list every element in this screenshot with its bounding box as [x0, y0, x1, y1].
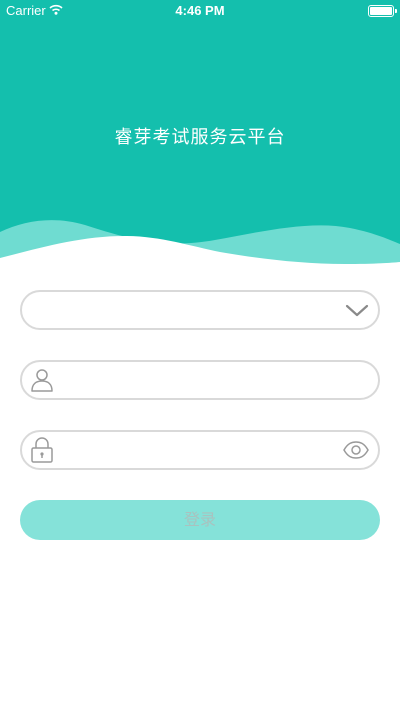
status-bar: Carrier 4:46 PM	[0, 0, 400, 22]
user-icon	[31, 369, 53, 392]
login-button[interactable]: 登录	[20, 500, 380, 540]
header-banner: Carrier 4:46 PM 睿芽考试服务云平台	[0, 0, 400, 290]
chevron-down-icon[interactable]	[344, 297, 370, 323]
password-field[interactable]	[20, 430, 380, 470]
password-input[interactable]	[62, 432, 334, 468]
app-title: 睿芽考试服务云平台	[114, 127, 286, 148]
username-input[interactable]	[62, 362, 334, 398]
clock: 4:46 PM	[175, 3, 225, 18]
exam-select[interactable]	[20, 290, 380, 330]
username-field[interactable]	[20, 360, 380, 400]
lock-icon	[31, 437, 53, 463]
eye-icon[interactable]	[342, 437, 370, 463]
battery-icon	[368, 5, 397, 17]
